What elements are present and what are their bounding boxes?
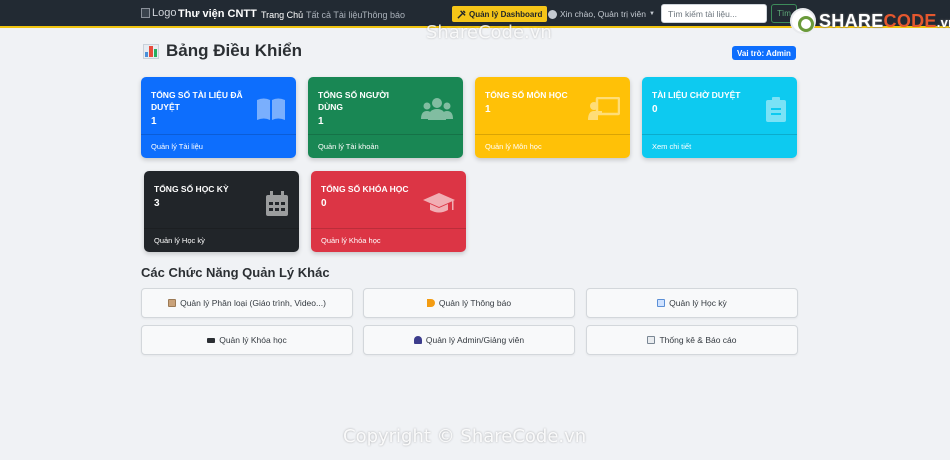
page-title-text: Bảng Điều Khiển xyxy=(166,41,303,60)
calendar-icon xyxy=(657,299,666,307)
manage-semesters-label: Quản lý Học kỳ xyxy=(669,298,727,308)
category-icon xyxy=(168,299,177,307)
tools-icon xyxy=(457,9,466,19)
stat-card-link[interactable]: Quản lý Tài khoản xyxy=(308,134,463,158)
site-brand[interactable]: Thư viện CNTT xyxy=(178,8,257,20)
stat-card-link[interactable]: Quản lý Môn học xyxy=(475,134,630,158)
dashboard-button[interactable]: Quản lý Dashboard xyxy=(452,6,548,22)
book-icon xyxy=(257,98,285,120)
graduation-cap-icon xyxy=(207,337,216,343)
manage-courses-label: Quản lý Khóa học xyxy=(219,335,287,345)
watermark-top: ShareCode.vn xyxy=(426,22,552,43)
broken-image-icon xyxy=(141,8,150,18)
chalkboard-teacher-icon xyxy=(588,97,620,120)
calendar-icon xyxy=(266,191,288,216)
watermark-bottom: Copyright © ShareCode.vn xyxy=(343,426,587,447)
site-logo[interactable]: Logo xyxy=(141,7,176,19)
nav-link-all-documents[interactable]: Tất cả Tài liệu xyxy=(306,10,362,20)
watermark-logo-share: SHARE xyxy=(819,10,884,31)
bar-chart-icon xyxy=(143,43,159,59)
sharecode-logo-icon xyxy=(790,8,816,34)
stat-card-link[interactable]: Xem chi tiết xyxy=(642,134,797,158)
chart-icon xyxy=(647,336,656,344)
stat-card-semesters: Tổng số học kỳ 3 Quản lý Học kỳ xyxy=(144,171,299,252)
graduation-cap-icon xyxy=(423,193,455,213)
stat-card-approved-documents: Tổng số tài liệu đã duyệt 1 Quản lý Tài … xyxy=(141,77,296,158)
user-circle-icon xyxy=(548,9,557,19)
statistics-reports-label: Thống kê & Báo cáo xyxy=(659,335,737,345)
manage-notifications-label: Quản lý Thông báo xyxy=(438,298,512,308)
caret-down-icon: ▼ xyxy=(649,11,655,17)
watermark-logo: SHARECODE.vn xyxy=(790,8,950,34)
watermark-logo-vn: .vn xyxy=(936,14,950,30)
stat-card-courses: Tổng số khóa học 0 Quản lý Khóa học xyxy=(311,171,466,252)
megaphone-icon xyxy=(426,299,435,307)
nav-link-notifications[interactable]: Thông báo xyxy=(362,10,405,20)
user-greeting: Xin chào, Quản trị viên xyxy=(560,9,646,19)
manage-categories-label: Quản lý Phân loại (Giáo trình, Video...) xyxy=(180,298,326,308)
stat-card-title: Tổng số học kỳ xyxy=(154,184,229,194)
stat-card-subjects: Tổng số môn học 1 Quản lý Môn học xyxy=(475,77,630,158)
manage-courses-button[interactable]: Quản lý Khóa học xyxy=(141,325,353,355)
watermark-logo-code: CODE xyxy=(883,10,937,31)
stat-card-title: Tổng số khóa học xyxy=(321,184,409,194)
manage-categories-button[interactable]: Quản lý Phân loại (Giáo trình, Video...) xyxy=(141,288,353,318)
clipboard-list-icon xyxy=(766,97,786,122)
logo-alt-text: Logo xyxy=(152,7,177,19)
user-icon xyxy=(413,336,422,344)
manage-admins-label: Quản lý Admin/Giảng viên xyxy=(425,335,525,345)
users-icon xyxy=(421,98,453,120)
manage-admins-button[interactable]: Quản lý Admin/Giảng viên xyxy=(363,325,575,355)
stat-card-pending-documents: Tài liệu chờ duyệt 0 Xem chi tiết xyxy=(642,77,797,158)
search-input[interactable] xyxy=(661,4,767,23)
stat-card-title: Tài liệu chờ duyệt xyxy=(652,90,741,100)
stat-card-link[interactable]: Quản lý Học kỳ xyxy=(144,228,299,252)
statistics-reports-button[interactable]: Thống kê & Báo cáo xyxy=(586,325,798,355)
stat-card-title: Tổng số người dùng xyxy=(318,90,389,112)
page-title: Bảng Điều Khiển xyxy=(143,41,302,61)
dashboard-button-label: Quản lý Dashboard xyxy=(469,9,543,19)
stat-card-title: Tổng số tài liệu đã duyệt xyxy=(151,90,243,112)
stat-card-users: Tổng số người dùng 1 Quản lý Tài khoản xyxy=(308,77,463,158)
other-functions-title: Các Chức Năng Quản Lý Khác xyxy=(141,265,330,280)
stat-card-link[interactable]: Quản lý Khóa học xyxy=(311,228,466,252)
stat-card-link[interactable]: Quản lý Tài liệu xyxy=(141,134,296,158)
role-badge: Vai trò: Admin xyxy=(732,46,796,60)
user-dropdown[interactable]: Xin chào, Quản trị viên ▼ xyxy=(548,9,655,19)
manage-semesters-button[interactable]: Quản lý Học kỳ xyxy=(586,288,798,318)
nav-link-home[interactable]: Trang Chủ xyxy=(261,10,303,20)
stat-card-title: Tổng số môn học xyxy=(485,90,568,100)
manage-notifications-button[interactable]: Quản lý Thông báo xyxy=(363,288,575,318)
